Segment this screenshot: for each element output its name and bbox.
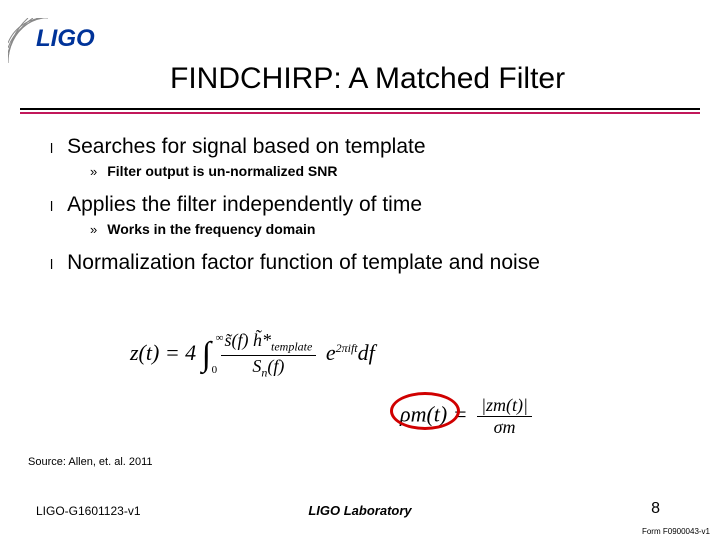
eq2-fraction: |zm(t)| σm — [477, 395, 532, 438]
int-upper: ∞ — [216, 332, 224, 344]
int-lower: 0 — [212, 364, 218, 376]
bullet-item: l Searches for signal based on template — [50, 135, 690, 159]
divider-black — [20, 108, 700, 110]
eq1-denominator: Sn(f) — [221, 356, 317, 381]
form-id: Form F0900043-v1 — [642, 527, 710, 536]
bullet-marker: l — [50, 198, 53, 214]
integral-icon: ∫∞0 — [202, 336, 211, 374]
bullet-text: Applies the filter independently of time — [67, 193, 422, 217]
sub-bullet-item: » Filter output is un-normalized SNR — [90, 163, 690, 179]
eq1-fraction: s̃(f) h̃*template Sn(f) — [221, 330, 317, 380]
eq1-tail: df — [358, 340, 375, 365]
eq1-exp-sup: 2πift — [336, 341, 358, 355]
footer: LIGO-G1601123-v1 LIGO Laboratory 8 — [0, 498, 720, 518]
bullet-marker: l — [50, 140, 53, 156]
eq2-denominator: σm — [477, 417, 532, 438]
sub-bullet-marker: » — [90, 164, 97, 179]
source-citation: Source: Allen, et. al. 2011 — [28, 456, 153, 468]
divider-magenta — [20, 112, 700, 114]
bullet-item: l Normalization factor function of templ… — [50, 251, 690, 275]
sub-bullet-text: Filter output is un-normalized SNR — [107, 163, 337, 179]
eq1-numerator: s̃(f) h̃*template — [221, 330, 317, 356]
page-number: 8 — [651, 500, 660, 518]
sub-bullet-text: Works in the frequency domain — [107, 221, 315, 237]
ligo-logo: LIGO — [8, 18, 128, 63]
slide-title: FINDCHIRP: A Matched Filter — [170, 62, 565, 96]
equation-rho: ρm(t) = |zm(t)| σm — [400, 395, 536, 438]
footer-lab: LIGO Laboratory — [0, 503, 720, 518]
bullet-item: l Applies the filter independently of ti… — [50, 193, 690, 217]
sub-bullet-item: » Works in the frequency domain — [90, 221, 690, 237]
bullet-text: Normalization factor function of templat… — [67, 251, 540, 275]
eq1-lhs: z(t) = 4 — [130, 340, 196, 365]
equations-area: z(t) = 4 ∫∞0 s̃(f) h̃*template Sn(f) e2π… — [100, 330, 660, 450]
eq2-numerator: |zm(t)| — [477, 395, 532, 417]
logo-text: LIGO — [36, 25, 95, 52]
bullet-text: Searches for signal based on template — [67, 135, 425, 159]
equation-z: z(t) = 4 ∫∞0 s̃(f) h̃*template Sn(f) e2π… — [130, 330, 375, 380]
eq1-exp: e — [326, 340, 336, 365]
bullet-list: l Searches for signal based on template … — [50, 135, 690, 279]
bullet-marker: l — [50, 256, 53, 272]
sub-bullet-marker: » — [90, 222, 97, 237]
